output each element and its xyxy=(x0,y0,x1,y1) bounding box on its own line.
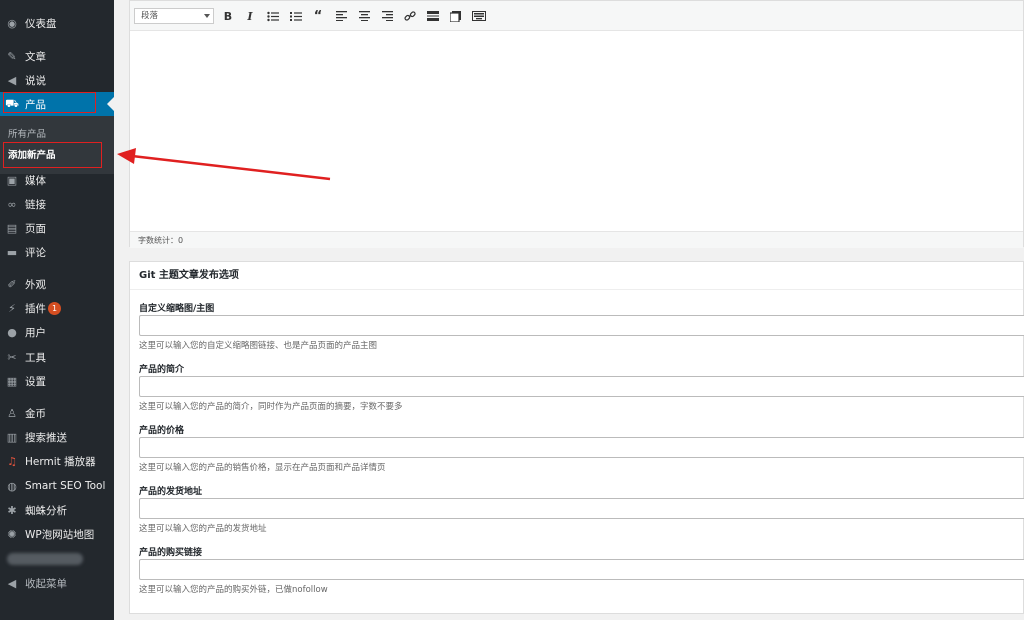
menu-item-spider-analysis[interactable]: ✱ 蜘蛛分析 xyxy=(0,498,114,522)
comment-icon: ▬ xyxy=(6,245,18,259)
blockquote-icon[interactable]: “ xyxy=(312,9,324,24)
numbered-list-icon[interactable] xyxy=(290,9,302,23)
menu-item-users[interactable]: ● 用户 xyxy=(0,320,114,344)
blurred-menu-item xyxy=(7,553,83,565)
collapse-icon: ◀ xyxy=(7,576,17,590)
summary-field-desc: 这里可以输入您的产品的简介，同时作为产品页面的摘要，字数不要多 xyxy=(139,402,403,412)
menu-item-smart-seo-tool[interactable]: ◍ Smart SEO Tool xyxy=(0,474,114,498)
shipping-address-field-desc: 这里可以输入您的产品的发货地址 xyxy=(139,524,267,534)
purchase-link-field-desc: 这里可以输入您的产品的购买外链，已做nofollow xyxy=(139,585,328,595)
annotation-box-add-new xyxy=(3,142,102,168)
content-editor: 段落 B I “ 字数统计：0 xyxy=(129,0,1024,248)
menu-item-pages[interactable]: ▤ 页面 xyxy=(0,216,114,240)
push-icon: ▥ xyxy=(6,430,18,444)
spider-icon: ✱ xyxy=(7,503,17,517)
paragraph-format-select[interactable]: 段落 xyxy=(134,8,214,24)
dashboard-icon: ◉ xyxy=(7,16,17,30)
settings-icon: ▦ xyxy=(6,374,18,388)
italic-icon[interactable]: I xyxy=(244,9,256,23)
format-select-value: 段落 xyxy=(141,11,159,21)
menu-item-shuoshuo[interactable]: ◀ 说说 xyxy=(0,68,114,92)
align-right-icon[interactable] xyxy=(381,9,393,23)
keyboard-icon[interactable] xyxy=(472,9,486,23)
editor-toolbar: 段落 B I “ xyxy=(130,1,1023,31)
media-icon: ▣ xyxy=(6,173,18,187)
thumbnail-field-label: 自定义缩略图/主图 xyxy=(139,304,215,314)
brush-icon: ✐ xyxy=(7,277,17,291)
word-count-bar: 字数统计：0 xyxy=(130,231,1023,248)
purchase-link-field-label: 产品的购买链接 xyxy=(139,548,203,558)
git-theme-options-metabox: Git 主题文章发布选项 自定义缩略图/主图 这里可以输入您的自定义缩略图链接、… xyxy=(129,261,1024,614)
menu-item-settings[interactable]: ▦ 设置 xyxy=(0,369,114,393)
sitemap-icon: ✺ xyxy=(7,527,17,541)
shipping-address-field-label: 产品的发货地址 xyxy=(139,487,203,497)
price-field-label: 产品的价格 xyxy=(139,426,185,436)
menu-item-tools[interactable]: ✂ 工具 xyxy=(0,345,114,369)
editor-content-area[interactable] xyxy=(130,32,1023,231)
link-icon: ∞ xyxy=(7,197,17,211)
music-icon: ♫ xyxy=(7,454,17,468)
bullet-list-icon[interactable] xyxy=(267,9,279,23)
seo-icon: ◍ xyxy=(7,479,17,493)
shipping-address-input[interactable] xyxy=(139,498,1024,519)
pin-icon: ✎ xyxy=(7,49,17,63)
menu-item-sitemap[interactable]: ✺ WP泡网站地图 xyxy=(0,522,114,546)
menu-item-hermit-player[interactable]: ♫ Hermit 播放器 xyxy=(0,449,114,473)
price-field-desc: 这里可以输入您的产品的销售价格，显示在产品页面和产品详情页 xyxy=(139,463,386,473)
align-center-icon[interactable] xyxy=(358,9,370,23)
menu-item-media[interactable]: ▣ 媒体 xyxy=(0,168,114,192)
coin-icon: ♙ xyxy=(7,406,17,420)
thumbnail-input[interactable] xyxy=(139,315,1024,336)
price-input[interactable] xyxy=(139,437,1024,458)
menu-item-dashboard[interactable]: ◉ 仪表盘 xyxy=(0,11,114,35)
menu-item-comments[interactable]: ▬ 评论 xyxy=(0,240,114,264)
align-left-icon[interactable] xyxy=(335,9,347,23)
page-icon: ▤ xyxy=(6,221,18,235)
annotation-box-products xyxy=(3,92,96,113)
metabox-title: Git 主题文章发布选项 xyxy=(130,262,1023,290)
word-count: 字数统计：0 xyxy=(138,236,184,245)
update-count-badge: 1 xyxy=(48,302,61,315)
collapse-menu-button[interactable]: ◀ 收起菜单 xyxy=(0,571,114,595)
insert-link-icon[interactable] xyxy=(404,9,416,23)
menu-item-appearance[interactable]: ✐ 外观 xyxy=(0,272,114,296)
thumbnail-field-desc: 这里可以输入您的自定义缩略图链接、也是产品页面的产品主图 xyxy=(139,341,378,351)
wrench-icon: ✂ xyxy=(7,350,17,364)
toolbar-toggle-icon[interactable] xyxy=(449,9,461,23)
menu-item-posts[interactable]: ✎ 文章 xyxy=(0,44,114,68)
summary-input[interactable] xyxy=(139,376,1024,397)
purchase-link-input[interactable] xyxy=(139,559,1024,580)
menu-item-coins[interactable]: ♙ 金币 xyxy=(0,401,114,425)
plugin-icon: ⚡ xyxy=(8,301,16,315)
read-more-icon[interactable] xyxy=(427,9,439,23)
menu-item-links[interactable]: ∞ 链接 xyxy=(0,192,114,216)
chevron-down-icon xyxy=(204,14,210,18)
bold-icon[interactable]: B xyxy=(222,9,234,23)
user-icon: ● xyxy=(7,325,17,339)
submenu-all-products[interactable]: 所有产品 xyxy=(8,126,46,140)
plugins-label: 插件 xyxy=(25,302,46,315)
megaphone-icon: ◀ xyxy=(7,73,17,87)
summary-field-label: 产品的简介 xyxy=(139,365,185,375)
menu-item-search-push[interactable]: ▥ 搜索推送 xyxy=(0,425,114,449)
menu-item-plugins[interactable]: ⚡ 插件 1 xyxy=(0,296,114,320)
